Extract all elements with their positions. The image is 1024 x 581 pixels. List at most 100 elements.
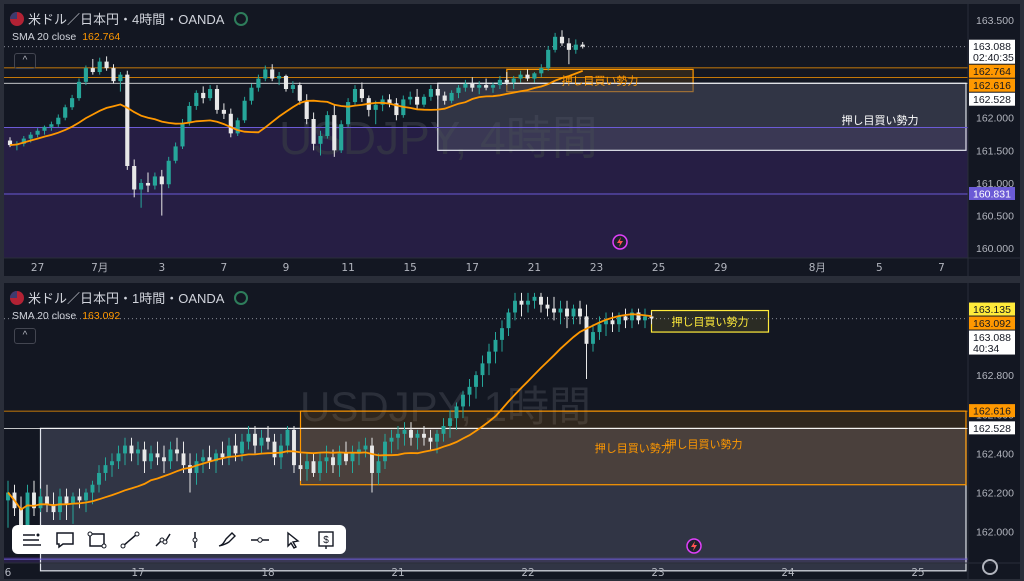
sma-legend-1h[interactable]: SMA 20 close 163.092 xyxy=(12,310,120,322)
candle-body xyxy=(344,453,348,462)
brush-icon[interactable] xyxy=(216,528,240,552)
candle-body xyxy=(38,496,43,509)
y-tick-label: 161.500 xyxy=(976,145,1014,157)
candle-body xyxy=(83,68,88,82)
x-tick-label: 8月 xyxy=(809,262,826,274)
price-tag-countdown: 40:34 xyxy=(973,343,999,355)
candle-body xyxy=(435,88,440,96)
collapse-legend-button-1h[interactable]: ^ xyxy=(14,328,36,344)
candle-body xyxy=(484,85,489,88)
candle-body xyxy=(610,320,615,325)
candle-body xyxy=(532,296,537,301)
candle-body xyxy=(477,85,482,88)
candle-body xyxy=(277,75,282,79)
candle-body xyxy=(383,441,387,462)
line-icon[interactable] xyxy=(118,528,142,552)
candle-body xyxy=(45,496,49,505)
candle-body xyxy=(396,433,400,438)
candle-body xyxy=(42,126,47,131)
price-tag-label: 163.135 xyxy=(973,304,1011,316)
candle-body xyxy=(162,457,166,462)
candle-body xyxy=(272,441,277,458)
candle-body xyxy=(173,146,178,161)
candle-body xyxy=(337,453,342,466)
x-tick-label: 6 xyxy=(5,567,12,579)
candle-body xyxy=(233,445,238,454)
y-tick-label: 160.500 xyxy=(976,211,1014,223)
candle-body xyxy=(346,102,351,125)
price-tag-label: 162.616 xyxy=(973,80,1011,92)
price-tag-label: 162.616 xyxy=(973,406,1011,418)
y-tick-label: 162.000 xyxy=(976,527,1014,539)
rectangle-icon[interactable] xyxy=(85,528,109,552)
zone-label: 押し目買い勢力 xyxy=(595,441,672,455)
candle-body xyxy=(111,68,116,82)
candle-body xyxy=(227,445,231,458)
candle-body xyxy=(132,165,137,190)
price-tag-label: 163.092 xyxy=(973,318,1011,330)
settings-icon[interactable] xyxy=(982,559,998,575)
candle-body xyxy=(578,308,582,317)
x-tick-label: 22 xyxy=(521,567,534,579)
x-tick-label: 21 xyxy=(391,567,404,579)
candle-body xyxy=(408,96,413,100)
candle-body xyxy=(370,445,374,473)
sma-legend-4h[interactable]: SMA 20 close 162.764 xyxy=(12,31,120,43)
candle-body xyxy=(428,437,433,442)
candle-body xyxy=(422,433,426,438)
candle-body xyxy=(617,316,621,325)
candle-body xyxy=(497,79,502,86)
candle-body xyxy=(305,461,309,470)
x-tick-label: 3 xyxy=(158,262,165,274)
candle-body xyxy=(256,78,261,88)
cursor-icon[interactable] xyxy=(281,528,305,552)
horizontal-ray-icon[interactable] xyxy=(248,528,272,552)
chart-svg-4h[interactable]: USDJPY, 4時間押し目買い勢力押し目買い勢力163.500163.0001… xyxy=(4,4,1020,276)
x-tick-label: 15 xyxy=(404,262,417,274)
candle-body xyxy=(166,160,171,185)
candle-body xyxy=(139,182,144,190)
menu-lines-icon[interactable] xyxy=(20,528,44,552)
candle-body xyxy=(461,394,465,407)
candle-body xyxy=(526,300,530,305)
candle-body xyxy=(240,441,244,454)
symbol-title-1h: 米ドル／日本円・1時間・OANDA xyxy=(28,291,225,306)
symbol-legend-1h[interactable]: 米ドル／日本円・1時間・OANDA xyxy=(10,288,249,307)
chart-panel-4h[interactable]: USDJPY, 4時間押し目買い勢力押し目買い勢力163.500163.0001… xyxy=(4,4,1020,276)
collapse-legend-button-4h[interactable]: ^ xyxy=(14,53,36,69)
x-tick-label: 18 xyxy=(261,567,274,579)
candle-body xyxy=(352,88,358,103)
candle-body xyxy=(504,79,509,83)
symbol-legend-4h[interactable]: 米ドル／日本円・4時間・OANDA xyxy=(10,9,249,28)
path-icon[interactable] xyxy=(151,528,175,552)
candle-body xyxy=(56,117,61,125)
candle-body xyxy=(152,176,157,186)
candle-body xyxy=(35,130,40,135)
candle-body xyxy=(511,78,516,83)
candle-body xyxy=(97,61,102,73)
candle-body xyxy=(155,453,160,458)
price-tag-label: 162.528 xyxy=(973,423,1011,435)
sma-label-4h: SMA 20 close xyxy=(12,31,77,43)
candle-body xyxy=(235,120,240,134)
candle-body xyxy=(97,472,101,485)
candle-body xyxy=(456,87,461,93)
price-label-icon[interactable]: $ xyxy=(314,528,338,552)
vertical-line-icon[interactable] xyxy=(183,528,207,552)
candle-body xyxy=(297,85,302,101)
candle-body xyxy=(441,426,446,434)
candle-body xyxy=(259,437,264,446)
candle-body xyxy=(449,92,454,101)
candle-body xyxy=(428,88,433,97)
x-tick-label: 23 xyxy=(590,262,603,274)
candle-body xyxy=(168,449,173,462)
candle-body xyxy=(270,69,275,79)
x-tick-label: 29 xyxy=(714,262,727,274)
comment-icon[interactable] xyxy=(53,528,77,552)
candle-body xyxy=(180,122,185,147)
candle-body xyxy=(573,44,578,50)
candle-body xyxy=(318,461,322,473)
candle-body xyxy=(110,461,114,466)
candle-body xyxy=(142,449,147,462)
candle-body xyxy=(566,43,571,50)
